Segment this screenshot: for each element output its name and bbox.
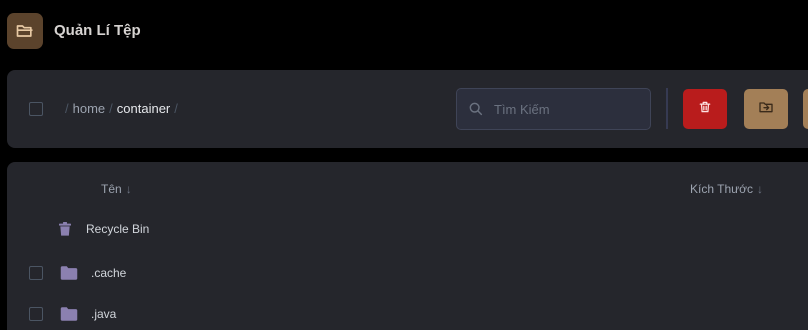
row-name[interactable]: Recycle Bin: [86, 222, 149, 236]
column-header-size-label: Kích Thước: [690, 182, 754, 196]
breadcrumb-item-container[interactable]: container: [117, 101, 170, 116]
column-header-name-label: Tên: [101, 182, 122, 196]
column-header-name[interactable]: Tên ↓: [101, 182, 132, 196]
toolbar-divider: [666, 88, 668, 129]
folder-move-icon: [758, 99, 774, 120]
breadcrumb-separator: /: [109, 101, 113, 116]
more-actions-button[interactable]: [803, 89, 808, 129]
folder-open-icon[interactable]: [7, 13, 43, 49]
search-placeholder: Tìm Kiếm: [494, 101, 550, 117]
row-name[interactable]: .java: [91, 307, 116, 321]
row-checkbox[interactable]: [29, 266, 43, 280]
table-row-java[interactable]: .java: [7, 294, 808, 330]
file-manager-page: Quản Lí Tệp / home / container / Tìm Kiế…: [0, 0, 808, 330]
folder-icon: [59, 304, 79, 324]
column-header-size[interactable]: Kích Thước ↓: [690, 182, 763, 196]
sort-down-icon: ↓: [125, 182, 132, 196]
breadcrumb-item-home[interactable]: home: [73, 101, 106, 116]
row-name[interactable]: .cache: [91, 266, 126, 280]
select-all-checkbox[interactable]: [29, 102, 43, 116]
move-button[interactable]: [744, 89, 788, 129]
breadcrumb-separator: /: [65, 101, 69, 116]
search-icon: [468, 100, 486, 118]
app-header: Quản Lí Tệp: [0, 0, 808, 64]
folder-icon: [59, 263, 79, 283]
toolbar: / home / container / Tìm Kiếm: [7, 70, 808, 148]
trash-icon: [55, 219, 75, 239]
delete-button[interactable]: [683, 89, 727, 129]
file-table: Tên ↓ Kích Thước ↓ Recycle Bin .cache .j…: [7, 162, 808, 330]
app-title: Quản Lí Tệp: [54, 22, 141, 39]
search-input[interactable]: Tìm Kiếm: [456, 88, 651, 130]
breadcrumb: / home / container /: [65, 101, 178, 116]
table-row-recycle-bin[interactable]: Recycle Bin: [7, 209, 808, 249]
breadcrumb-separator: /: [174, 101, 178, 116]
trash-icon: [698, 100, 712, 119]
sort-down-icon: ↓: [757, 182, 764, 196]
row-checkbox[interactable]: [29, 307, 43, 321]
table-row-cache[interactable]: .cache: [7, 253, 808, 293]
